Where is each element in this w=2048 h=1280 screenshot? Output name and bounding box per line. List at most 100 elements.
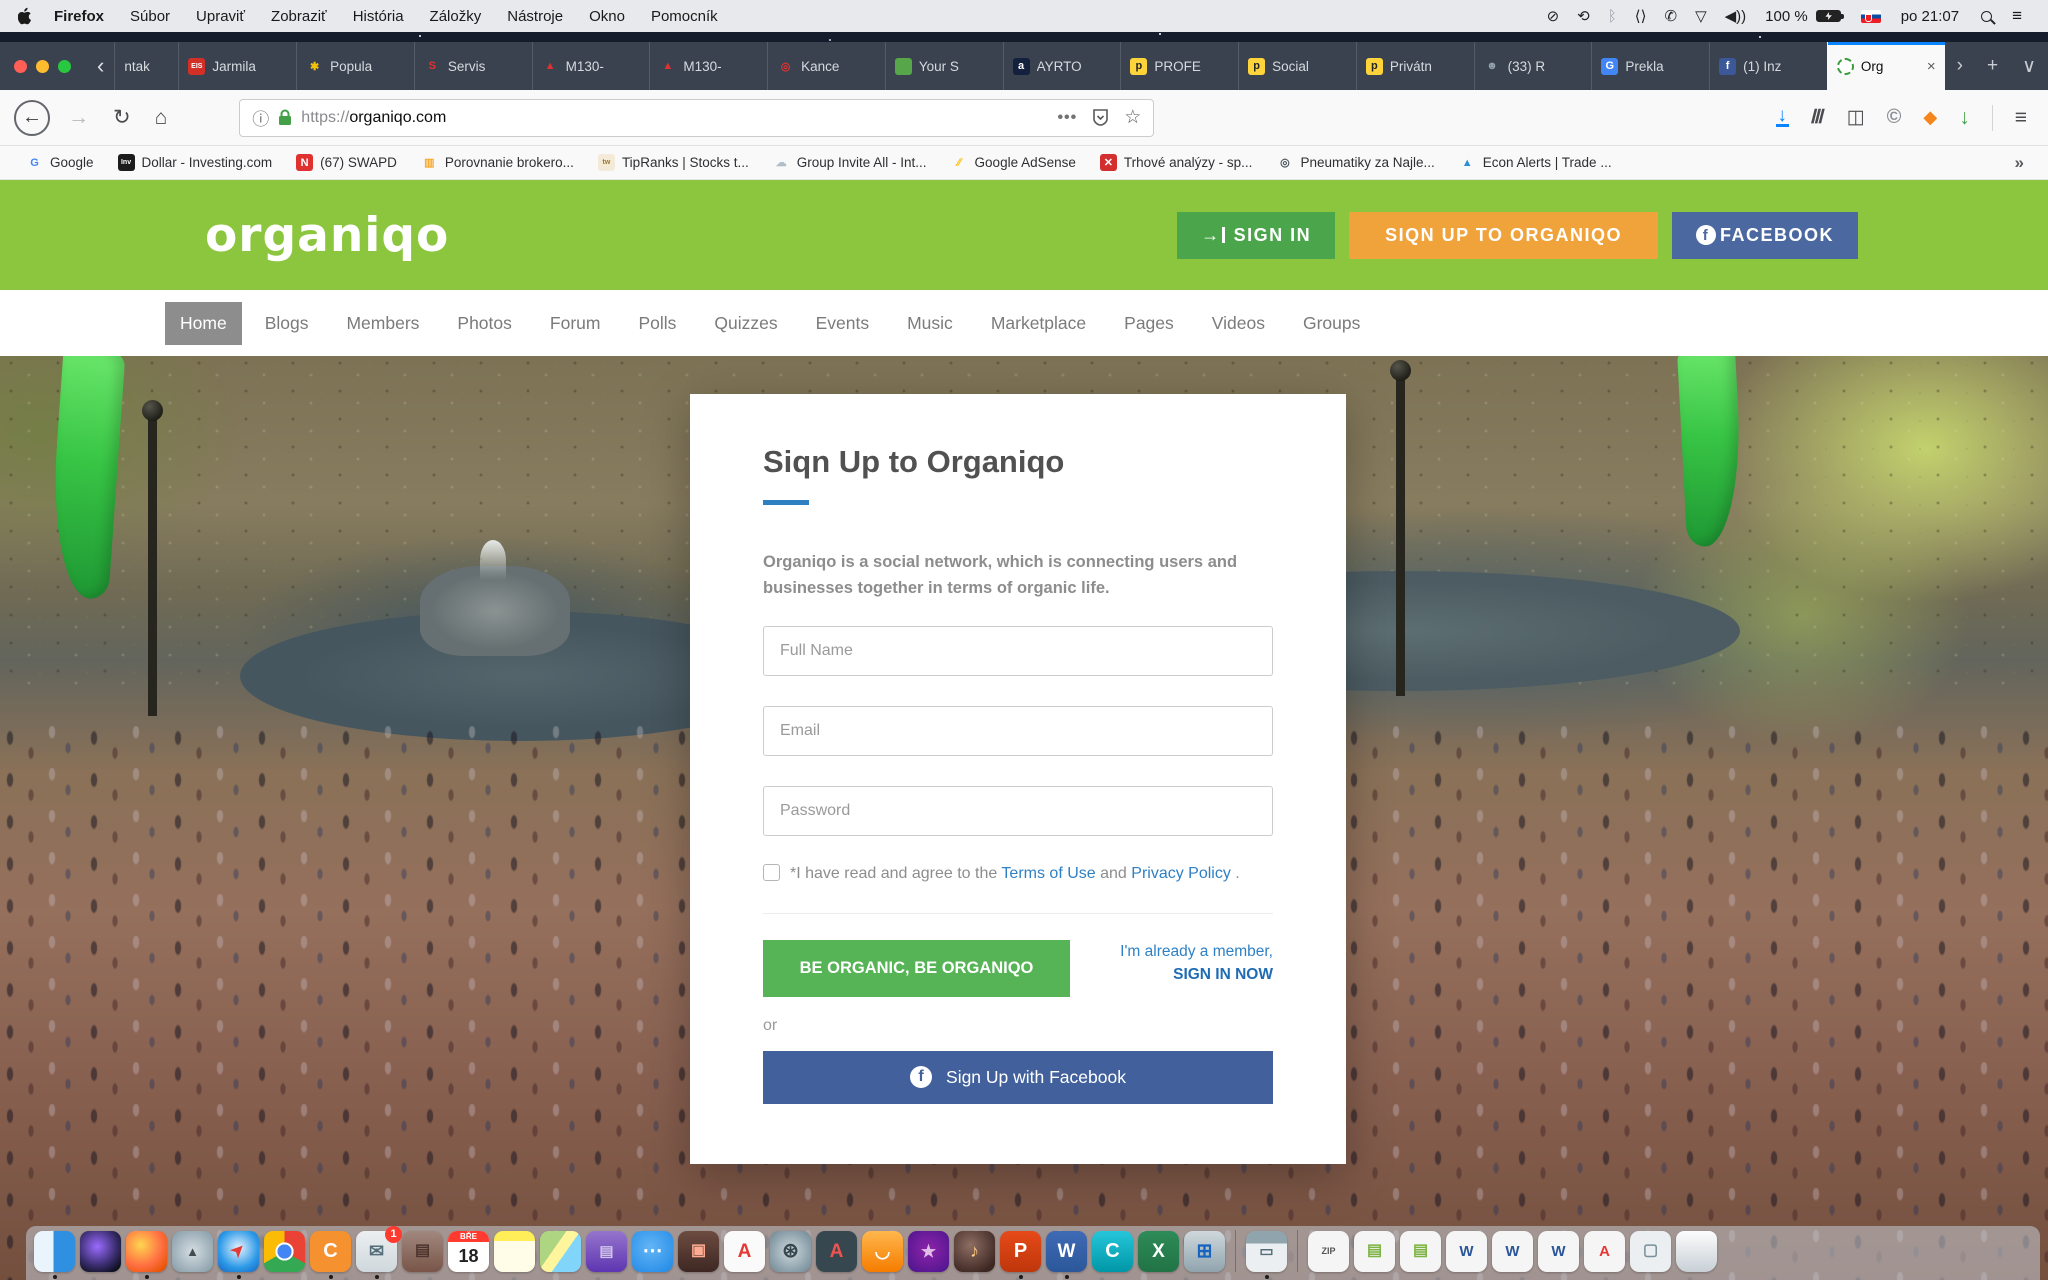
word-icon[interactable]: W: [1046, 1231, 1087, 1272]
full-name-field[interactable]: [763, 626, 1273, 676]
sign-up-to-organiqo-button[interactable]: SIQN UP TO ORGANIQO: [1349, 212, 1658, 259]
minimized-zip-document[interactable]: ZIP: [1308, 1231, 1349, 1272]
forward-button[interactable]: →: [56, 106, 101, 130]
zoom-window-button[interactable]: [58, 60, 71, 73]
tab-m130-[interactable]: ▲M130-: [532, 42, 650, 90]
nav-item-forum[interactable]: Forum: [535, 302, 616, 345]
tab-servis[interactable]: SServis: [414, 42, 532, 90]
powerpoint-icon[interactable]: P: [1000, 1231, 1041, 1272]
menu-upraviť[interactable]: Upraviť: [183, 8, 258, 25]
acrobat-pro-icon[interactable]: A: [816, 1231, 857, 1272]
bookmark-google[interactable]: GGoogle: [14, 154, 106, 171]
nav-item-photos[interactable]: Photos: [442, 302, 526, 345]
tab-priv-tn[interactable]: pPrivátn: [1356, 42, 1474, 90]
bookmark-google-adsense[interactable]: ∕∕Google AdSense: [939, 154, 1088, 171]
firefox-icon[interactable]: [126, 1231, 167, 1272]
coinmarketcap-icon[interactable]: C: [310, 1231, 351, 1272]
tab-ntak[interactable]: ntak: [114, 42, 178, 90]
reload-button[interactable]: ↻: [101, 105, 143, 130]
system-preferences-icon[interactable]: ⊛: [770, 1231, 811, 1272]
call-forwarding-icon[interactable]: ✆: [1655, 7, 1686, 25]
photo-booth-icon[interactable]: ▣: [678, 1231, 719, 1272]
close-window-button[interactable]: [14, 60, 27, 73]
facebook-header-button[interactable]: f FACEBOOK: [1672, 212, 1858, 259]
privacy-policy-link[interactable]: Privacy Policy: [1131, 865, 1231, 882]
trash-icon[interactable]: [1676, 1231, 1717, 1272]
apple-menu[interactable]: [18, 7, 33, 25]
tab-kance[interactable]: ◎Kance: [767, 42, 885, 90]
time-machine-icon[interactable]: ⟲: [1568, 7, 1599, 25]
tab-popula[interactable]: ✱Popula: [296, 42, 414, 90]
chrome-icon[interactable]: [264, 1231, 305, 1272]
nav-item-blogs[interactable]: Blogs: [250, 302, 324, 345]
email-field[interactable]: [763, 706, 1273, 756]
new-tab-button[interactable]: +: [1975, 42, 2010, 90]
minimized-spreadsheet-window[interactable]: ▤: [1354, 1231, 1395, 1272]
bookmark-porovnanie-brokero-[interactable]: ▥Porovnanie brokero...: [409, 154, 586, 171]
windows-app-icon[interactable]: ⊞: [1184, 1231, 1225, 1272]
menu-súbor[interactable]: Súbor: [117, 8, 183, 25]
close-tab-icon[interactable]: ×: [1925, 58, 1936, 75]
battery-icon[interactable]: [1816, 10, 1841, 22]
tab-profe[interactable]: pPROFE: [1120, 42, 1238, 90]
pocket-shield-icon[interactable]: [1093, 109, 1108, 126]
nav-item-quizzes[interactable]: Quizzes: [699, 302, 792, 345]
excel-icon[interactable]: X: [1138, 1231, 1179, 1272]
finder-icon[interactable]: [34, 1231, 75, 1272]
acrobat-reader-icon[interactable]: A: [724, 1231, 765, 1272]
minimized-word-document[interactable]: W: [1492, 1231, 1533, 1272]
bookmark-dollar-investing-com[interactable]: InvDollar - Investing.com: [106, 154, 285, 171]
open-menu-icon[interactable]: ≡: [2015, 106, 2026, 130]
volume-icon[interactable]: ◀)): [1716, 7, 1756, 25]
siri-icon[interactable]: [80, 1231, 121, 1272]
nav-item-groups[interactable]: Groups: [1288, 302, 1375, 345]
minimized-word-document[interactable]: W: [1538, 1231, 1579, 1272]
tab-jarmila[interactable]: EISJarmila: [178, 42, 296, 90]
extension-copyright-icon[interactable]: ©: [1887, 106, 1902, 129]
password-field[interactable]: [763, 786, 1273, 836]
video-downloader-icon[interactable]: ↓: [1959, 106, 1970, 130]
library-icon[interactable]: Ⅲ: [1808, 106, 1828, 129]
list-all-tabs-button[interactable]: ∨: [2010, 42, 2048, 90]
home-button[interactable]: ⌂: [143, 106, 180, 130]
menu-zobraziť[interactable]: Zobraziť: [258, 8, 340, 25]
screen-sharing-icon[interactable]: ⟨⟩: [1626, 7, 1656, 25]
organiqo-logo[interactable]: organiqo: [205, 208, 449, 263]
bookmark-econ-alerts-trade-[interactable]: ▲Econ Alerts | Trade ...: [1447, 154, 1624, 171]
nav-item-members[interactable]: Members: [331, 302, 434, 345]
nav-item-events[interactable]: Events: [801, 302, 885, 345]
agree-checkbox[interactable]: [763, 864, 780, 881]
url-bar[interactable]: ⓘ https:// organiqo.com ••• ☆: [239, 99, 1154, 137]
minimized-browser-window[interactable]: ▢: [1630, 1231, 1671, 1272]
bookmark-star-icon[interactable]: ☆: [1124, 106, 1141, 129]
spotlight-search-icon[interactable]: [1981, 11, 1992, 22]
notification-center-icon[interactable]: ≡: [2004, 6, 2030, 26]
imovie-icon[interactable]: ★: [908, 1231, 949, 1272]
sign-in-button[interactable]: → SIGN IN: [1177, 212, 1335, 259]
menu-firefox[interactable]: Firefox: [41, 8, 117, 25]
scroll-tabs-right-button[interactable]: ›: [1945, 42, 1975, 90]
tab-prekla[interactable]: GPrekla: [1591, 42, 1709, 90]
site-info-icon[interactable]: ⓘ: [252, 105, 269, 130]
minimized-spreadsheet-window[interactable]: ▤: [1400, 1231, 1441, 1272]
tab-ayrto[interactable]: aAYRTO: [1003, 42, 1121, 90]
be-organic-submit-button[interactable]: BE ORGANIC, BE ORGANIQO: [763, 940, 1070, 997]
sidebar-icon[interactable]: ◫: [1847, 106, 1865, 129]
app-c-icon[interactable]: C: [1092, 1231, 1133, 1272]
bookmark-trhov-anal-zy-sp-[interactable]: ✕Trhové analýzy - sp...: [1088, 154, 1265, 171]
messages-icon[interactable]: ⋯: [632, 1231, 673, 1272]
minimized-pdf-document[interactable]: A: [1584, 1231, 1625, 1272]
bookmarks-overflow-chevron[interactable]: »: [2005, 153, 2034, 173]
scroll-tabs-left-button[interactable]: ‹: [87, 42, 114, 90]
sign-up-with-facebook-button[interactable]: f Sign Up with Facebook: [763, 1051, 1273, 1104]
page-actions-icon[interactable]: •••: [1057, 109, 1077, 127]
bookmark-tipranks-stocks-t-[interactable]: twTipRanks | Stocks t...: [586, 154, 761, 171]
bookmark--67-swapd[interactable]: N(67) SWAPD: [284, 154, 409, 171]
nav-item-videos[interactable]: Videos: [1197, 302, 1280, 345]
minimize-window-button[interactable]: [36, 60, 49, 73]
nav-item-marketplace[interactable]: Marketplace: [976, 302, 1101, 345]
tab--33-r[interactable]: ☻(33) R: [1474, 42, 1592, 90]
metamask-fox-icon[interactable]: ◆: [1923, 107, 1937, 128]
nav-item-home[interactable]: Home: [165, 302, 242, 345]
maps-icon[interactable]: [540, 1231, 581, 1272]
